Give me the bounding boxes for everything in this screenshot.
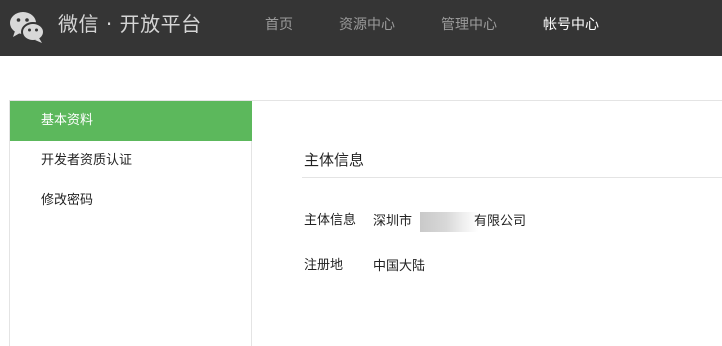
nav-account-center[interactable]: 帐号中心	[543, 16, 599, 34]
brand-title[interactable]: 微信 · 开放平台	[58, 11, 202, 37]
wechat-logo-icon	[10, 12, 45, 43]
registration-place-label: 注册地	[304, 258, 344, 273]
registration-place-value: 中国大陆	[373, 259, 426, 274]
sidebar-item-change-password[interactable]: 修改密码	[10, 181, 252, 221]
top-navigation-bar: 微信 · 开放平台 首页 资源中心 管理中心 帐号中心	[0, 0, 722, 56]
sidebar-item-basic-info[interactable]: 基本资料	[10, 101, 252, 141]
redacted-text-block	[420, 212, 478, 232]
entity-info-value-suffix: 有限公司	[474, 214, 527, 229]
sidebar-item-developer-certification[interactable]: 开发者资质认证	[10, 141, 252, 181]
nav-resource-center[interactable]: 资源中心	[339, 16, 395, 34]
section-title: 主体信息	[304, 151, 365, 169]
entity-info-value-prefix: 深圳市	[373, 214, 413, 229]
entity-info-label: 主体信息	[304, 213, 357, 228]
nav-home[interactable]: 首页	[265, 16, 293, 34]
sidebar: 基本资料 开发者资质认证 修改密码	[9, 100, 252, 346]
nav-management-center[interactable]: 管理中心	[441, 16, 497, 34]
section-divider	[302, 177, 722, 178]
